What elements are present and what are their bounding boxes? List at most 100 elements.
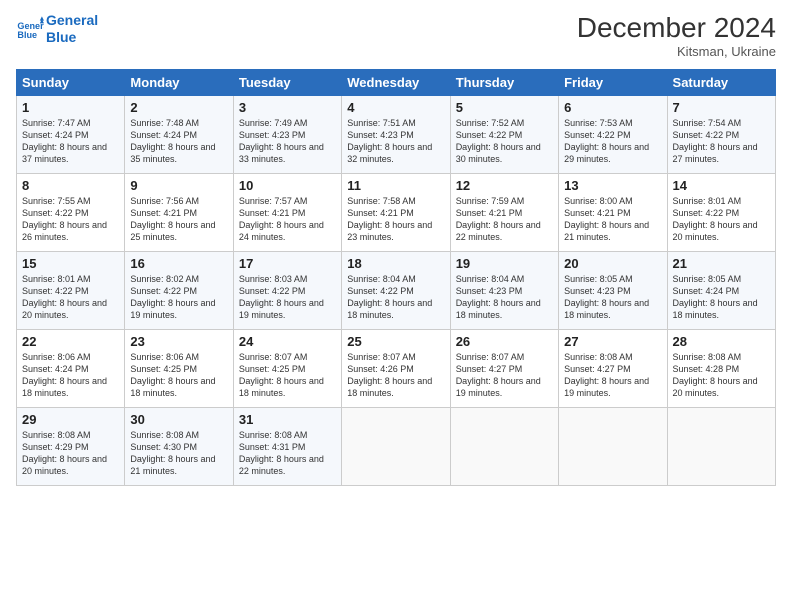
day-number: 21: [673, 256, 770, 271]
day-info: Sunrise: 8:05 AMSunset: 4:24 PMDaylight:…: [673, 274, 758, 320]
col-header-saturday: Saturday: [667, 70, 775, 96]
day-number: 16: [130, 256, 227, 271]
day-number: 23: [130, 334, 227, 349]
day-info: Sunrise: 8:01 AMSunset: 4:22 PMDaylight:…: [22, 274, 107, 320]
calendar-cell: 20 Sunrise: 8:05 AMSunset: 4:23 PMDaylig…: [559, 252, 667, 330]
day-info: Sunrise: 8:04 AMSunset: 4:22 PMDaylight:…: [347, 274, 432, 320]
calendar-cell: 16 Sunrise: 8:02 AMSunset: 4:22 PMDaylig…: [125, 252, 233, 330]
calendar-cell: 7 Sunrise: 7:54 AMSunset: 4:22 PMDayligh…: [667, 96, 775, 174]
day-number: 8: [22, 178, 119, 193]
day-info: Sunrise: 8:02 AMSunset: 4:22 PMDaylight:…: [130, 274, 215, 320]
calendar-cell: 24 Sunrise: 8:07 AMSunset: 4:25 PMDaylig…: [233, 330, 341, 408]
day-number: 6: [564, 100, 661, 115]
day-info: Sunrise: 8:06 AMSunset: 4:25 PMDaylight:…: [130, 352, 215, 398]
day-info: Sunrise: 8:07 AMSunset: 4:27 PMDaylight:…: [456, 352, 541, 398]
calendar-cell: 29 Sunrise: 8:08 AMSunset: 4:29 PMDaylig…: [17, 408, 125, 486]
day-number: 19: [456, 256, 553, 271]
day-number: 20: [564, 256, 661, 271]
day-info: Sunrise: 8:07 AMSunset: 4:25 PMDaylight:…: [239, 352, 324, 398]
day-info: Sunrise: 8:08 AMSunset: 4:27 PMDaylight:…: [564, 352, 649, 398]
col-header-friday: Friday: [559, 70, 667, 96]
title-block: December 2024 Kitsman, Ukraine: [577, 12, 776, 59]
calendar-cell: 21 Sunrise: 8:05 AMSunset: 4:24 PMDaylig…: [667, 252, 775, 330]
calendar-week-1: 1 Sunrise: 7:47 AMSunset: 4:24 PMDayligh…: [17, 96, 776, 174]
day-info: Sunrise: 7:59 AMSunset: 4:21 PMDaylight:…: [456, 196, 541, 242]
calendar-cell: 26 Sunrise: 8:07 AMSunset: 4:27 PMDaylig…: [450, 330, 558, 408]
day-info: Sunrise: 7:48 AMSunset: 4:24 PMDaylight:…: [130, 118, 215, 164]
location-subtitle: Kitsman, Ukraine: [577, 44, 776, 59]
calendar-cell: [450, 408, 558, 486]
calendar-cell: 23 Sunrise: 8:06 AMSunset: 4:25 PMDaylig…: [125, 330, 233, 408]
day-info: Sunrise: 8:07 AMSunset: 4:26 PMDaylight:…: [347, 352, 432, 398]
calendar-cell: 28 Sunrise: 8:08 AMSunset: 4:28 PMDaylig…: [667, 330, 775, 408]
day-number: 28: [673, 334, 770, 349]
day-info: Sunrise: 8:08 AMSunset: 4:28 PMDaylight:…: [673, 352, 758, 398]
calendar-week-2: 8 Sunrise: 7:55 AMSunset: 4:22 PMDayligh…: [17, 174, 776, 252]
day-number: 14: [673, 178, 770, 193]
day-number: 25: [347, 334, 444, 349]
calendar-cell: 3 Sunrise: 7:49 AMSunset: 4:23 PMDayligh…: [233, 96, 341, 174]
day-info: Sunrise: 7:58 AMSunset: 4:21 PMDaylight:…: [347, 196, 432, 242]
day-info: Sunrise: 8:01 AMSunset: 4:22 PMDaylight:…: [673, 196, 758, 242]
day-number: 27: [564, 334, 661, 349]
svg-text:Blue: Blue: [17, 30, 37, 40]
calendar-cell: 25 Sunrise: 8:07 AMSunset: 4:26 PMDaylig…: [342, 330, 450, 408]
day-number: 1: [22, 100, 119, 115]
calendar-cell: [667, 408, 775, 486]
calendar-cell: 5 Sunrise: 7:52 AMSunset: 4:22 PMDayligh…: [450, 96, 558, 174]
day-number: 2: [130, 100, 227, 115]
day-info: Sunrise: 7:56 AMSunset: 4:21 PMDaylight:…: [130, 196, 215, 242]
col-header-sunday: Sunday: [17, 70, 125, 96]
day-number: 17: [239, 256, 336, 271]
day-info: Sunrise: 8:06 AMSunset: 4:24 PMDaylight:…: [22, 352, 107, 398]
day-info: Sunrise: 8:03 AMSunset: 4:22 PMDaylight:…: [239, 274, 324, 320]
day-info: Sunrise: 8:08 AMSunset: 4:30 PMDaylight:…: [130, 430, 215, 476]
day-info: Sunrise: 7:47 AMSunset: 4:24 PMDaylight:…: [22, 118, 107, 164]
day-info: Sunrise: 7:49 AMSunset: 4:23 PMDaylight:…: [239, 118, 324, 164]
calendar-cell: 10 Sunrise: 7:57 AMSunset: 4:21 PMDaylig…: [233, 174, 341, 252]
calendar-week-4: 22 Sunrise: 8:06 AMSunset: 4:24 PMDaylig…: [17, 330, 776, 408]
col-header-monday: Monday: [125, 70, 233, 96]
day-number: 22: [22, 334, 119, 349]
logo: General Blue General Blue: [16, 12, 98, 46]
day-number: 18: [347, 256, 444, 271]
col-header-tuesday: Tuesday: [233, 70, 341, 96]
calendar-cell: 12 Sunrise: 7:59 AMSunset: 4:21 PMDaylig…: [450, 174, 558, 252]
day-info: Sunrise: 8:08 AMSunset: 4:29 PMDaylight:…: [22, 430, 107, 476]
day-number: 4: [347, 100, 444, 115]
calendar-cell: 14 Sunrise: 8:01 AMSunset: 4:22 PMDaylig…: [667, 174, 775, 252]
calendar-cell: 27 Sunrise: 8:08 AMSunset: 4:27 PMDaylig…: [559, 330, 667, 408]
day-number: 30: [130, 412, 227, 427]
calendar-cell: 8 Sunrise: 7:55 AMSunset: 4:22 PMDayligh…: [17, 174, 125, 252]
calendar-cell: [342, 408, 450, 486]
calendar-week-3: 15 Sunrise: 8:01 AMSunset: 4:22 PMDaylig…: [17, 252, 776, 330]
calendar-cell: 2 Sunrise: 7:48 AMSunset: 4:24 PMDayligh…: [125, 96, 233, 174]
day-number: 12: [456, 178, 553, 193]
day-info: Sunrise: 8:08 AMSunset: 4:31 PMDaylight:…: [239, 430, 324, 476]
day-number: 11: [347, 178, 444, 193]
col-header-wednesday: Wednesday: [342, 70, 450, 96]
day-info: Sunrise: 8:04 AMSunset: 4:23 PMDaylight:…: [456, 274, 541, 320]
calendar-cell: 22 Sunrise: 8:06 AMSunset: 4:24 PMDaylig…: [17, 330, 125, 408]
calendar-cell: 18 Sunrise: 8:04 AMSunset: 4:22 PMDaylig…: [342, 252, 450, 330]
day-number: 31: [239, 412, 336, 427]
month-title: December 2024: [577, 12, 776, 44]
main-container: General Blue General Blue December 2024 …: [0, 0, 792, 494]
calendar-cell: 15 Sunrise: 8:01 AMSunset: 4:22 PMDaylig…: [17, 252, 125, 330]
day-info: Sunrise: 7:52 AMSunset: 4:22 PMDaylight:…: [456, 118, 541, 164]
calendar-cell: 1 Sunrise: 7:47 AMSunset: 4:24 PMDayligh…: [17, 96, 125, 174]
calendar-cell: 6 Sunrise: 7:53 AMSunset: 4:22 PMDayligh…: [559, 96, 667, 174]
day-number: 29: [22, 412, 119, 427]
day-number: 7: [673, 100, 770, 115]
day-info: Sunrise: 8:00 AMSunset: 4:21 PMDaylight:…: [564, 196, 649, 242]
day-number: 15: [22, 256, 119, 271]
calendar-cell: 4 Sunrise: 7:51 AMSunset: 4:23 PMDayligh…: [342, 96, 450, 174]
calendar-cell: [559, 408, 667, 486]
logo-icon: General Blue: [16, 15, 44, 43]
day-number: 26: [456, 334, 553, 349]
calendar-cell: 11 Sunrise: 7:58 AMSunset: 4:21 PMDaylig…: [342, 174, 450, 252]
day-number: 24: [239, 334, 336, 349]
logo-line1: General: [46, 12, 98, 29]
calendar-cell: 9 Sunrise: 7:56 AMSunset: 4:21 PMDayligh…: [125, 174, 233, 252]
day-info: Sunrise: 7:54 AMSunset: 4:22 PMDaylight:…: [673, 118, 758, 164]
